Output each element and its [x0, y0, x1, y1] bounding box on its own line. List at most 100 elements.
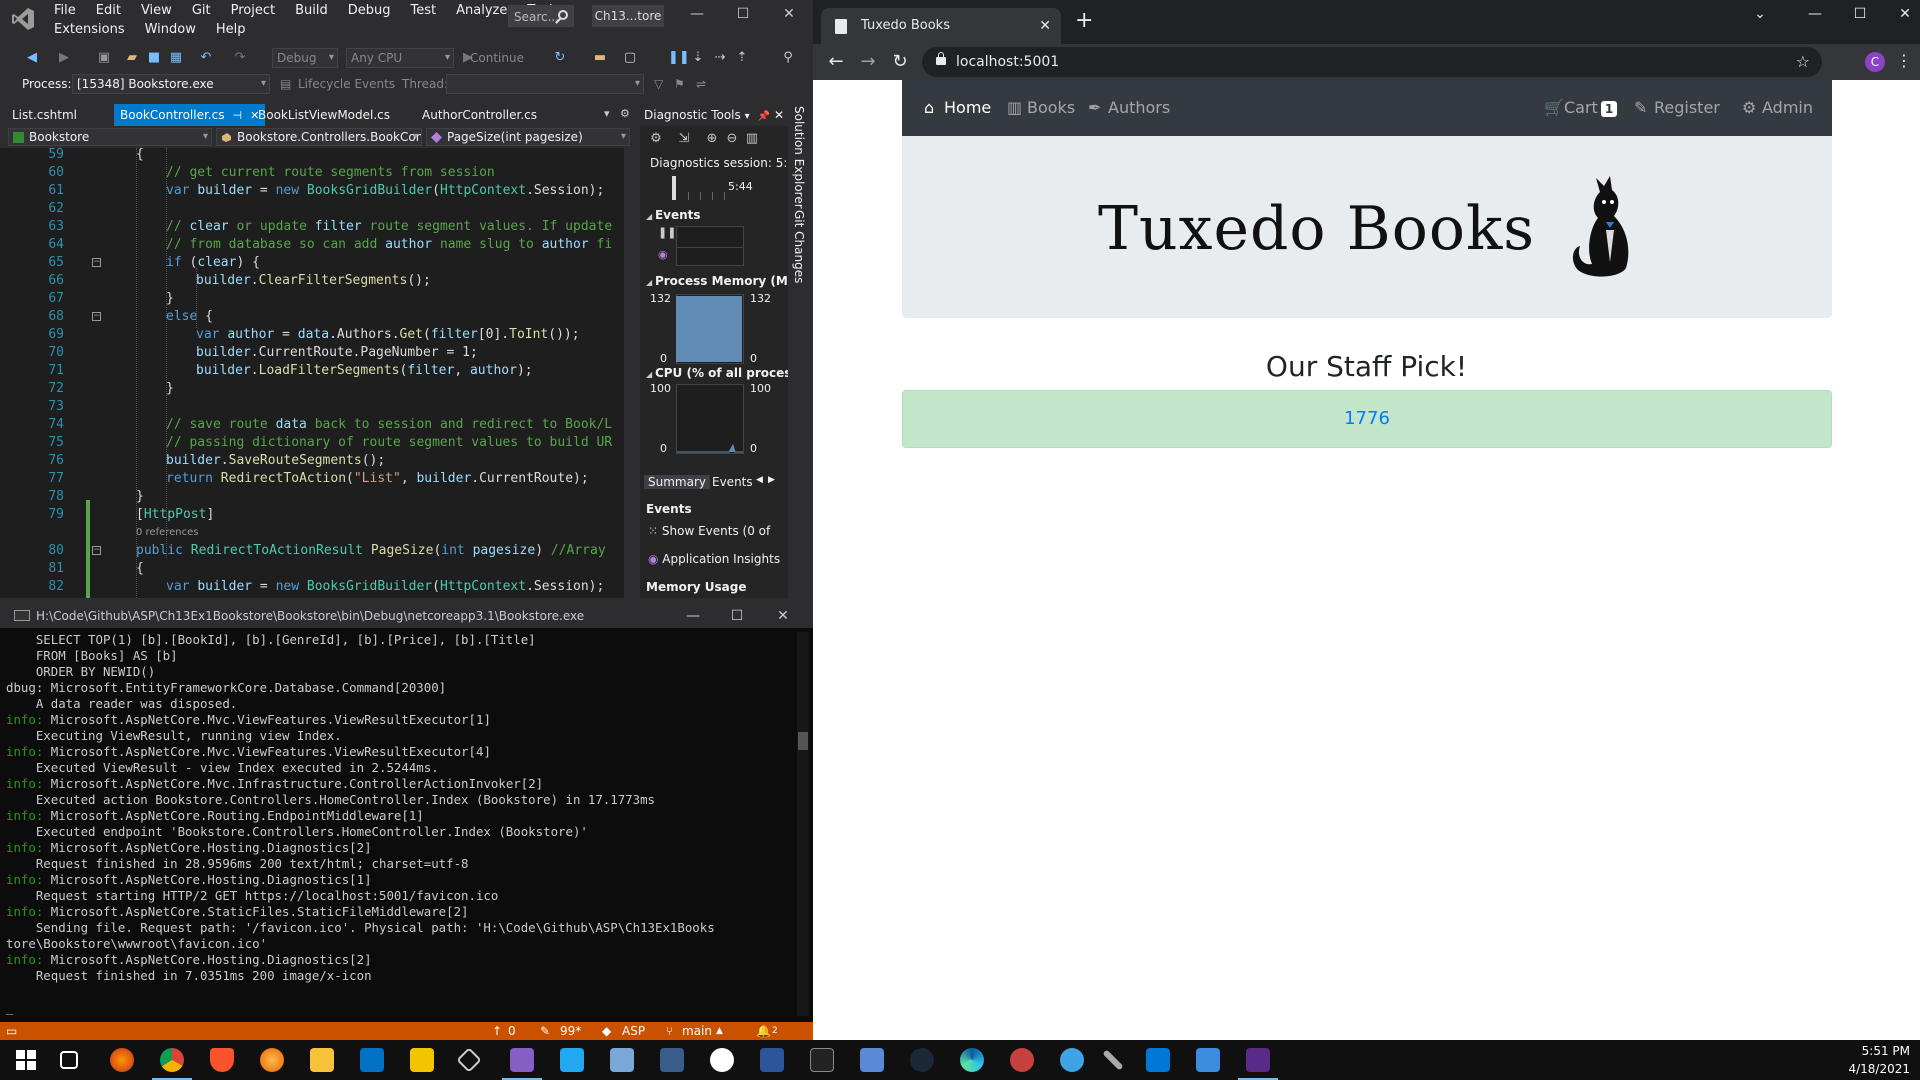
address-bar[interactable]: localhost:5001 ☆ [922, 47, 1822, 77]
code-line[interactable]: 75 // passing dictionary of route segment… [0, 434, 634, 452]
code-line[interactable]: 77 return RedirectToAction("List", builde… [0, 470, 634, 488]
menu-item-help[interactable]: Help [206, 22, 256, 37]
firefox-dev-icon[interactable] [110, 1048, 134, 1072]
code-line[interactable]: 81 { [0, 560, 634, 578]
menu-item-project[interactable]: Project [221, 3, 285, 18]
status-zoom[interactable]: 99* [560, 1022, 581, 1040]
system-clock[interactable]: 5:51 PM 4/18/2021 [1848, 1042, 1910, 1078]
close-icon[interactable]: ✕ [774, 6, 804, 22]
console-taskbar-icon[interactable] [1238, 1048, 1278, 1080]
settings-gear-icon[interactable]: ⚙ [648, 131, 664, 147]
code-line[interactable]: 59 { [0, 148, 634, 164]
code-line[interactable]: 66 builder.ClearFilterSegments(); [0, 272, 634, 290]
nav-cart-link[interactable]: 🛒Cart 1 [1544, 98, 1618, 117]
dropdown-icon[interactable]: ▾ [745, 111, 750, 122]
close-tab-icon[interactable]: ✕ [1039, 8, 1051, 44]
editor-tab[interactable]: BookListViewModel.cs [252, 104, 396, 126]
bird-app-icon[interactable] [1060, 1048, 1084, 1072]
brave-icon[interactable] [210, 1048, 234, 1072]
game-app-icon[interactable] [1010, 1048, 1034, 1072]
code-line[interactable]: 79 [HttpPost] [0, 506, 634, 524]
tab-scroll-right-icon[interactable]: ▶ [768, 475, 775, 485]
menu-item-build[interactable]: Build [285, 3, 338, 18]
step-over-icon[interactable]: ⇢ [712, 50, 728, 66]
pin-icon[interactable]: ⊣ [232, 109, 242, 122]
new-tab-icon[interactable]: + [1075, 10, 1093, 32]
code-editor[interactable]: 59 {60 // get current route segments from … [0, 148, 634, 598]
mail-icon[interactable] [360, 1048, 384, 1072]
vs-search-box[interactable]: Searc... [508, 5, 574, 27]
console-scrollbar[interactable] [797, 632, 809, 1016]
window-icon[interactable]: ▢ [622, 50, 638, 66]
code-line[interactable]: 0 references [0, 524, 634, 538]
code-line[interactable]: 71 builder.LoadFilterSegments(filter, aut… [0, 362, 634, 380]
tab-overflow-icon[interactable]: ▾ [604, 107, 610, 120]
menu-item-debug[interactable]: Debug [338, 3, 401, 18]
menu-item-git[interactable]: Git [182, 3, 221, 18]
command-prompt-icon[interactable] [810, 1048, 834, 1072]
puzzle-app-icon[interactable] [410, 1048, 434, 1072]
code-line[interactable]: 82 var builder = new BooksGridBuilder(Htt… [0, 578, 634, 596]
project-select[interactable]: Bookstore [8, 128, 212, 146]
maximize-icon[interactable]: ☐ [1845, 6, 1875, 22]
minimize-icon[interactable]: — [682, 6, 712, 22]
thread-switch-icon[interactable]: ⇌ [696, 77, 706, 91]
continue-button[interactable]: Continue [470, 51, 524, 65]
delete-icon[interactable]: ▥ [744, 131, 760, 147]
code-line[interactable]: 61 var builder = new BooksGridBuilder(Htt… [0, 182, 634, 200]
flag-icon[interactable]: ⚑ [674, 77, 685, 91]
collapse-toggle-icon[interactable]: − [92, 546, 101, 555]
code-line[interactable]: 78} [0, 488, 634, 506]
process-memory-header[interactable]: Process Memory (MB) [646, 274, 788, 288]
circle-app-icon[interactable] [710, 1048, 734, 1072]
minimize-icon[interactable]: — [678, 604, 708, 628]
code-line[interactable]: 62 [0, 200, 634, 218]
pen-app-icon[interactable] [1102, 1049, 1124, 1071]
code-line[interactable]: 67} [0, 290, 634, 308]
task-view-icon[interactable] [60, 1051, 78, 1069]
code-line[interactable]: 65 − if (clear) { [0, 254, 634, 272]
back-arrow-icon[interactable]: ← [825, 51, 847, 73]
collapse-toggle-icon[interactable]: − [92, 312, 101, 321]
code-line[interactable]: 64 // from database so can add author nam… [0, 236, 634, 254]
code-line[interactable]: 74 // save route data back to session and… [0, 416, 634, 434]
solution-config-select[interactable]: Debug [272, 48, 338, 68]
code-line[interactable]: 72} [0, 380, 634, 398]
back-icon[interactable]: ◀ [24, 50, 40, 66]
nav-home-link[interactable]: ⌂ Home [924, 98, 991, 117]
tab-events[interactable]: Events [712, 475, 753, 489]
close-icon[interactable]: ✕ [768, 604, 798, 628]
settings-gear-icon[interactable]: ⚙ [620, 107, 630, 120]
cpu-header[interactable]: CPU (% of all processor [646, 366, 788, 380]
nav-register-link[interactable]: ✎ Register [1634, 98, 1720, 117]
member-select[interactable]: PageSize(int pagesize) [426, 128, 630, 146]
word-icon[interactable] [760, 1048, 784, 1072]
forward-arrow-icon[interactable]: → [857, 51, 879, 73]
menu-item-analyze[interactable]: Analyze [446, 3, 517, 18]
filter-icon[interactable]: ▽ [654, 77, 663, 91]
save-icon[interactable]: ■ [146, 50, 162, 66]
status-errors[interactable]: 0 [508, 1022, 516, 1040]
chrome-menu-icon[interactable]: ⋮ [1896, 51, 1912, 70]
step-into-icon[interactable]: ⇣ [690, 50, 706, 66]
menu-item-edit[interactable]: Edit [86, 3, 131, 18]
pin-icon[interactable]: 📌 [757, 111, 769, 122]
show-events-link[interactable]: ⁙ Show Events (0 of [648, 524, 770, 538]
nav-admin-link[interactable]: ⚙ Admin [1742, 98, 1813, 117]
lifecycle-events-button[interactable]: Lifecycle Events [298, 77, 395, 91]
nav-authors-link[interactable]: ✒ Authors [1088, 98, 1170, 117]
code-line[interactable]: 70 builder.CurrentRoute.PageNumber = 1; [0, 344, 634, 362]
nav-books-link[interactable]: ▥ Books [1007, 98, 1075, 117]
close-icon[interactable]: ✕ [774, 104, 784, 126]
editor-tab[interactable]: BookController.cs ⊣ ✕ [114, 104, 266, 126]
browser-tab[interactable]: Tuxedo Books ✕ [821, 8, 1061, 44]
code-line[interactable]: 69 var author = data.Authors.Get(filter[0… [0, 326, 634, 344]
minimize-icon[interactable]: — [1800, 6, 1830, 22]
events-section-header[interactable]: Events [646, 208, 701, 222]
status-branch[interactable]: main [682, 1022, 712, 1040]
firefox-icon[interactable] [260, 1048, 284, 1072]
tab-scroll-left-icon[interactable]: ◀ [756, 475, 763, 485]
terminal-app-icon[interactable] [660, 1048, 684, 1072]
menu-item-file[interactable]: File [44, 3, 86, 18]
staff-pick-book-link[interactable]: 1776 [1344, 408, 1390, 429]
